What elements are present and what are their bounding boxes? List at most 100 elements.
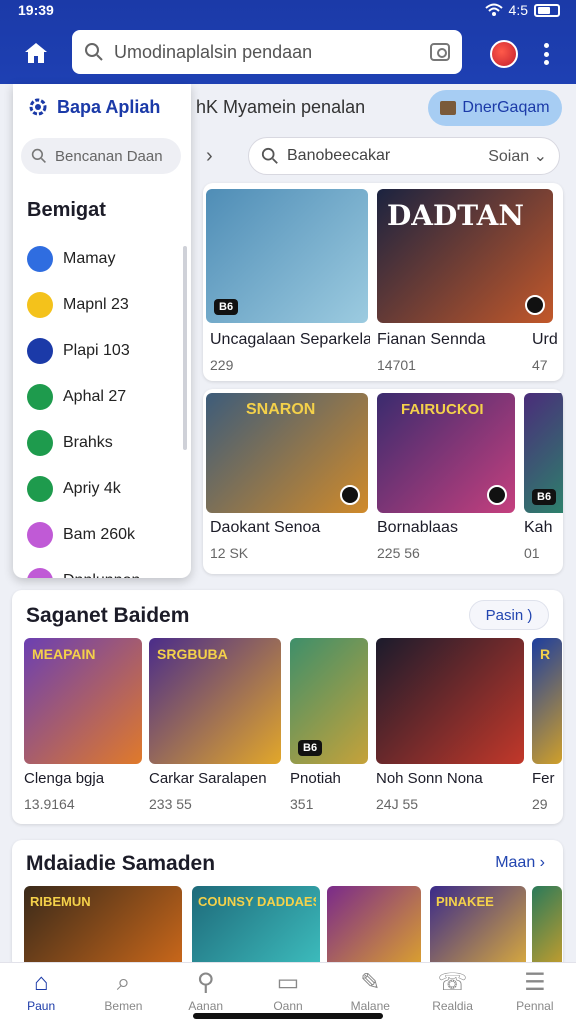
drawer-item-label: Mamay	[63, 250, 116, 267]
game-tile[interactable]: MEAPAIN	[24, 638, 142, 764]
section-title: Mdaiadie Samaden	[26, 852, 216, 875]
rating-badge: B6	[214, 299, 239, 315]
nav-label: Aanan	[188, 999, 224, 1013]
chat-icon: ☏	[437, 969, 468, 996]
search-icon	[31, 148, 46, 163]
game-title[interactable]: Pnotiah	[290, 770, 376, 787]
game-tile[interactable]: R	[532, 638, 562, 764]
nav-item-chat[interactable]: ☏ Realdia	[411, 963, 493, 1024]
side-drawer: Bapa Apliah Bencanan Daan Bemigat Mamay M…	[13, 84, 191, 578]
game-tile[interactable]: SRGBUBA	[149, 638, 281, 764]
tile-title: DADTAN	[387, 199, 524, 232]
drawer-heading: Bemigat	[27, 199, 106, 221]
plane-icon	[27, 338, 53, 364]
game-title[interactable]: Bornablaas	[377, 519, 517, 537]
game-tile[interactable]: COUNSY DADDAES	[192, 886, 320, 970]
nav-label: Malane	[350, 999, 390, 1013]
section-title: Saganet Baidem	[26, 604, 190, 627]
gear-icon	[29, 98, 47, 116]
drawer-item[interactable]: Bam 260k	[27, 522, 135, 548]
drawer-item[interactable]: Mamay	[27, 246, 115, 272]
folder-icon	[27, 568, 53, 578]
drawer-item[interactable]: Brahks	[27, 430, 113, 456]
list-icon	[27, 384, 53, 410]
camera-icon[interactable]	[430, 43, 450, 61]
nav-label: Realdia	[432, 999, 473, 1013]
tile-title: SRGBUBA	[157, 646, 228, 662]
game-title[interactable]: Carkar Saralapen	[149, 770, 289, 787]
nav-label: Oann	[273, 999, 303, 1013]
drawer-title-label: Bapa Apliah	[57, 96, 161, 117]
nav-item-home[interactable]: ⌂ Paun	[0, 963, 82, 1024]
see-more-button[interactable]: Pasin )	[469, 600, 549, 630]
drawer-item-label: Bam 260k	[63, 526, 136, 543]
section-saganet: Saganet Baidem Pasin ) MEAPAIN Clenga bgj…	[12, 590, 563, 824]
drawer-search-input[interactable]: Bencanan Daan	[21, 138, 181, 174]
game-title[interactable]: Fer	[532, 770, 563, 787]
search-bar[interactable]: Umodinaplalsin pendaan	[72, 30, 462, 74]
drawer-item[interactable]: Apriy 4k	[27, 476, 121, 502]
battery-icon	[534, 3, 560, 17]
chevron-down-icon: ⌄	[533, 148, 547, 165]
rating-badge: B6	[532, 489, 557, 505]
game-title[interactable]: Kah	[524, 519, 562, 537]
promo-button[interactable]: DnerGaqam	[428, 90, 562, 126]
avatar[interactable]	[490, 40, 518, 68]
drawer-scrollbar[interactable]	[183, 246, 187, 450]
promo-label: DnerGaqam	[462, 99, 550, 116]
drawer-item-label: Mapnl 23	[63, 296, 129, 313]
filter-input[interactable]: Banobeecakar	[287, 147, 488, 165]
game-title[interactable]: Uncagalaan Separkela	[210, 331, 370, 349]
drawer-item-label: Apriy 4k	[63, 480, 121, 497]
tablet-icon: ▭	[276, 969, 300, 996]
pen-icon: ✎	[360, 969, 381, 996]
game-tile[interactable]	[532, 886, 562, 970]
game-tile[interactable]: DADTAN	[377, 189, 553, 323]
game-title[interactable]: Urd	[532, 331, 562, 349]
game-tile[interactable]	[376, 638, 524, 764]
nav-item-menu[interactable]: ☰ Pennal	[494, 963, 576, 1024]
platform-icon	[340, 485, 360, 505]
featured-row-1: B6 Uncagalaan Separkela 229 DADTAN Fiana…	[203, 183, 563, 381]
more-options-icon[interactable]	[536, 40, 556, 68]
nav-item-search[interactable]: ⌕ Bemen	[82, 963, 164, 1024]
tag-icon	[27, 476, 53, 502]
rating-badge: B6	[298, 740, 323, 756]
gift-icon	[27, 522, 53, 548]
location-icon: ⚲	[196, 969, 215, 996]
shield-icon	[27, 430, 53, 456]
home-button[interactable]	[18, 36, 54, 70]
search-icon	[85, 43, 103, 61]
game-tile[interactable]: PINAKEE	[430, 886, 526, 970]
game-tile[interactable]: RIBEMUN	[24, 886, 182, 970]
tile-title: PINAKEE	[436, 894, 494, 909]
see-more-link[interactable]: Maan ›	[495, 854, 545, 872]
globe-icon	[27, 246, 53, 272]
tile-title: SNARON	[246, 401, 316, 418]
drawer-item[interactable]: Plapi 103	[27, 338, 130, 364]
drawer-title[interactable]: Bapa Apliah	[27, 96, 160, 118]
game-title[interactable]: Fianan Sennda	[377, 331, 527, 349]
drawer-item[interactable]: Dnnlunnon	[27, 568, 140, 578]
game-title[interactable]: Clenga bgja	[24, 770, 150, 787]
home-icon: ⌂	[33, 969, 49, 996]
game-tile[interactable]: B6	[524, 393, 563, 513]
filter-search[interactable]: Banobeecakar Soian ⌄	[248, 137, 560, 175]
drawer-item[interactable]: Aphal 27	[27, 384, 126, 410]
tile-title: MEAPAIN	[32, 646, 96, 662]
chevron-right-icon[interactable]: ›	[206, 145, 213, 168]
game-tile[interactable]	[327, 886, 421, 970]
platform-icon	[525, 295, 545, 315]
game-title[interactable]: Daokant Senoa	[210, 519, 370, 537]
game-tile[interactable]: B6	[290, 638, 368, 764]
search-input[interactable]: Umodinaplalsin pendaan	[114, 42, 430, 63]
game-count: 12 SK	[210, 545, 249, 561]
game-tile[interactable]: B6	[206, 189, 368, 323]
drawer-item[interactable]: Mapnl 23	[27, 292, 129, 318]
game-count: 13.9164	[24, 796, 75, 812]
sort-dropdown[interactable]: Soian ⌄	[488, 146, 547, 166]
game-tile[interactable]: SNARON	[206, 393, 368, 513]
game-tile[interactable]: FAIRUCKOI	[377, 393, 515, 513]
game-title[interactable]: Noh Sonn Nona	[376, 770, 532, 787]
nav-label: Pennal	[516, 999, 554, 1013]
